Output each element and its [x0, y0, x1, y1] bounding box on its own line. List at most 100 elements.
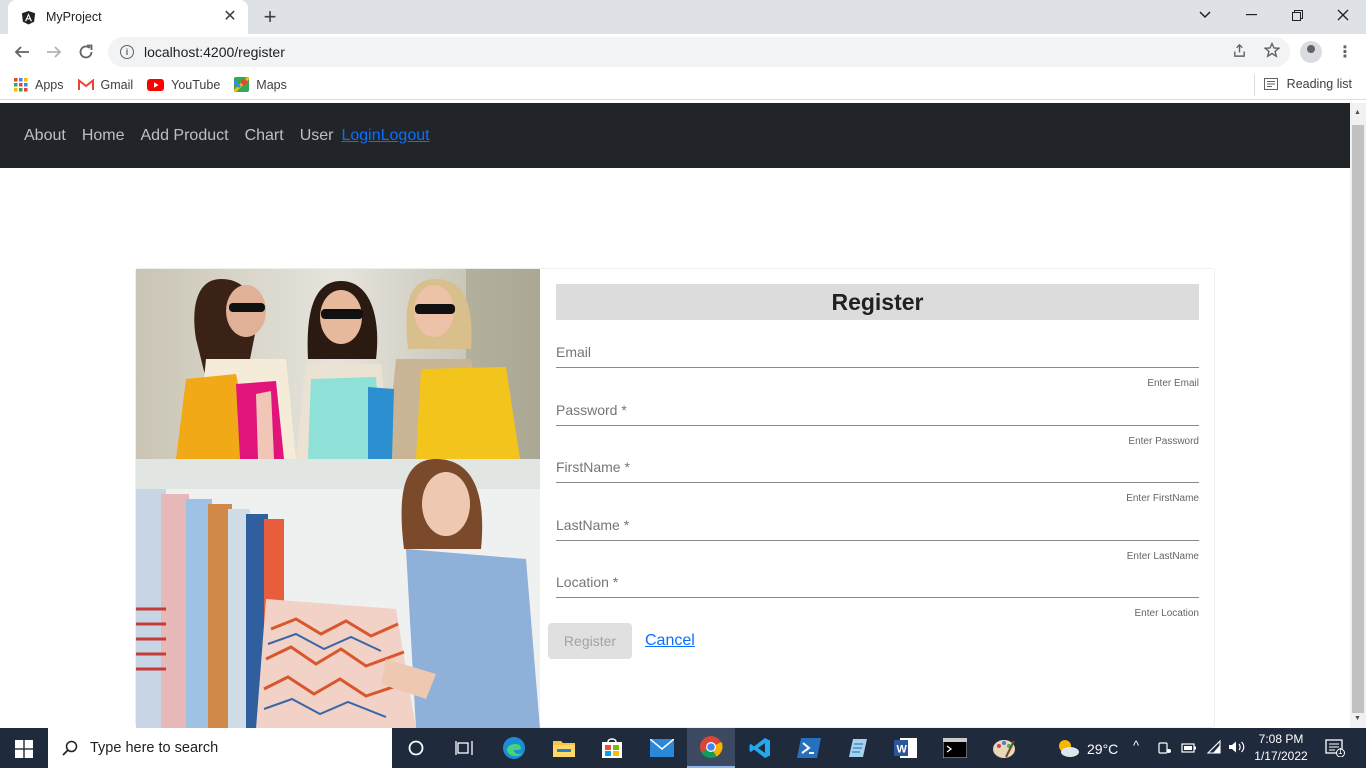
- app-navbar: About Home Add Product Chart User Login …: [0, 103, 1350, 168]
- nav-login[interactable]: Login: [341, 127, 380, 145]
- cortana-icon[interactable]: [392, 728, 440, 768]
- register-form: Register Email Enter Email Password * En…: [548, 284, 1199, 659]
- lastname-label: LastName *: [556, 516, 630, 533]
- new-tab-button[interactable]: +: [258, 5, 282, 29]
- lastname-field[interactable]: LastName * Enter LastName: [556, 493, 1199, 562]
- bookmark-label: Maps: [256, 77, 287, 92]
- location-label: Location *: [556, 574, 619, 590]
- browser-tab[interactable]: MyProject ✕: [8, 0, 248, 34]
- bookmark-label: Apps: [35, 77, 64, 92]
- command-prompt-icon[interactable]: [931, 728, 979, 768]
- email-field[interactable]: Email Enter Email: [556, 320, 1199, 389]
- mail-icon[interactable]: [638, 728, 686, 768]
- scroll-up-arrow-icon[interactable]: ▲: [1354, 109, 1361, 116]
- register-card: Register Email Enter Email Password * En…: [135, 268, 1215, 728]
- register-button[interactable]: Register: [548, 623, 632, 659]
- address-bar[interactable]: i localhost:4200/register: [108, 37, 1290, 67]
- reading-list-button[interactable]: Reading list: [1263, 77, 1352, 91]
- close-tab-icon[interactable]: ✕: [222, 9, 238, 25]
- clothes-rack-woman-image: [136, 459, 540, 728]
- bookmark-maps[interactable]: Maps: [234, 77, 287, 92]
- bookmark-gmail[interactable]: Gmail: [77, 77, 134, 92]
- powershell-icon[interactable]: [785, 728, 833, 768]
- battery-icon[interactable]: [1181, 741, 1197, 760]
- page-scrollbar[interactable]: ▲ ▼: [1350, 103, 1366, 728]
- password-field[interactable]: Password * Enter Password: [556, 378, 1199, 447]
- site-info-icon[interactable]: i: [120, 45, 134, 59]
- show-hidden-icons-chevron-icon[interactable]: ^: [1133, 738, 1139, 753]
- form-actions: Register Cancel: [548, 623, 695, 659]
- gmail-icon: [77, 78, 94, 91]
- cancel-link[interactable]: Cancel: [645, 632, 695, 650]
- location-field[interactable]: Location * Enter Location: [556, 550, 1199, 619]
- temperature: 29°C: [1087, 741, 1119, 757]
- nav-logout[interactable]: Logout: [381, 127, 430, 145]
- taskbar-search[interactable]: Type here to search: [48, 728, 392, 768]
- clock-time[interactable]: 7:08 PM: [1252, 732, 1310, 746]
- notepad-app-icon[interactable]: [834, 728, 882, 768]
- apps-grid-icon: [14, 77, 28, 92]
- firstname-label: FirstName *: [556, 459, 630, 475]
- field-underline: [556, 597, 1199, 598]
- browser-tab-strip: MyProject ✕ +: [0, 0, 1366, 34]
- nav-chart[interactable]: Chart: [245, 127, 284, 145]
- youtube-icon: [147, 78, 165, 91]
- bookmark-youtube[interactable]: YouTube: [147, 78, 220, 92]
- field-underline: [556, 539, 1199, 541]
- file-explorer-icon[interactable]: [540, 728, 588, 768]
- close-window-button[interactable]: [1320, 0, 1366, 30]
- search-placeholder: Type here to search: [90, 740, 219, 756]
- location-hint: Enter Location: [1134, 608, 1200, 619]
- bookmark-label: YouTube: [171, 77, 221, 92]
- back-icon[interactable]: [8, 38, 36, 66]
- windows-start-icon[interactable]: [15, 740, 33, 763]
- svg-text:W: W: [897, 744, 908, 756]
- bookmark-apps[interactable]: Apps: [14, 77, 64, 92]
- windows-taskbar: Type here to search W 29°C ^ 7:08 PM 1/1…: [0, 728, 1366, 768]
- nav-about[interactable]: About: [24, 127, 66, 145]
- paint-icon[interactable]: [980, 728, 1028, 768]
- tab-title: MyProject: [46, 10, 102, 24]
- scrollbar-thumb[interactable]: [1352, 125, 1364, 713]
- nav-user[interactable]: User: [300, 127, 334, 145]
- shopping-women-image: [136, 269, 540, 459]
- more-menu-icon[interactable]: ⋮: [1337, 42, 1353, 62]
- weather-icon[interactable]: [1056, 737, 1080, 764]
- url-text[interactable]: localhost:4200/register: [144, 44, 285, 60]
- share-icon[interactable]: [1232, 43, 1247, 62]
- tab-search-icon[interactable]: [1182, 0, 1228, 30]
- reload-icon[interactable]: [72, 38, 100, 66]
- chrome-icon[interactable]: [687, 728, 735, 768]
- firstname-field[interactable]: FirstName * Enter FirstName: [556, 435, 1199, 504]
- field-underline: [556, 424, 1199, 426]
- edge-icon[interactable]: [490, 728, 538, 768]
- notification-count: 1: [1338, 747, 1343, 756]
- search-icon: [62, 740, 78, 756]
- restore-button[interactable]: [1274, 0, 1320, 30]
- bookmark-star-icon[interactable]: [1263, 41, 1281, 62]
- maps-icon: [234, 77, 250, 92]
- reading-list-icon: [1263, 78, 1278, 90]
- wifi-icon[interactable]: [1206, 739, 1222, 759]
- field-underline: [556, 482, 1199, 483]
- bookmark-label: Gmail: [100, 77, 134, 92]
- volume-icon[interactable]: [1228, 740, 1246, 759]
- reading-list-label: Reading list: [1286, 77, 1352, 91]
- task-view-icon[interactable]: [440, 728, 488, 768]
- minimize-button[interactable]: [1228, 0, 1274, 30]
- bookmarks-bar: Apps Gmail YouTube Maps Reading list: [0, 70, 1366, 100]
- microsoft-store-icon[interactable]: [588, 728, 636, 768]
- nav-home[interactable]: Home: [82, 127, 125, 145]
- browser-toolbar: i localhost:4200/register ⋮: [0, 34, 1366, 70]
- forward-icon[interactable]: [40, 38, 68, 66]
- page-viewport: About Home Add Product Chart User Login …: [0, 103, 1350, 728]
- word-icon[interactable]: W: [882, 728, 930, 768]
- meet-now-icon[interactable]: [1158, 741, 1172, 760]
- notifications-icon[interactable]: 1: [1325, 739, 1345, 762]
- scroll-down-arrow-icon[interactable]: ▼: [1354, 715, 1361, 722]
- vscode-icon[interactable]: [736, 728, 784, 768]
- nav-add-product[interactable]: Add Product: [141, 127, 229, 145]
- profile-avatar-icon[interactable]: [1300, 41, 1322, 63]
- password-label: Password *: [556, 401, 627, 418]
- clock-date[interactable]: 1/17/2022: [1250, 749, 1312, 763]
